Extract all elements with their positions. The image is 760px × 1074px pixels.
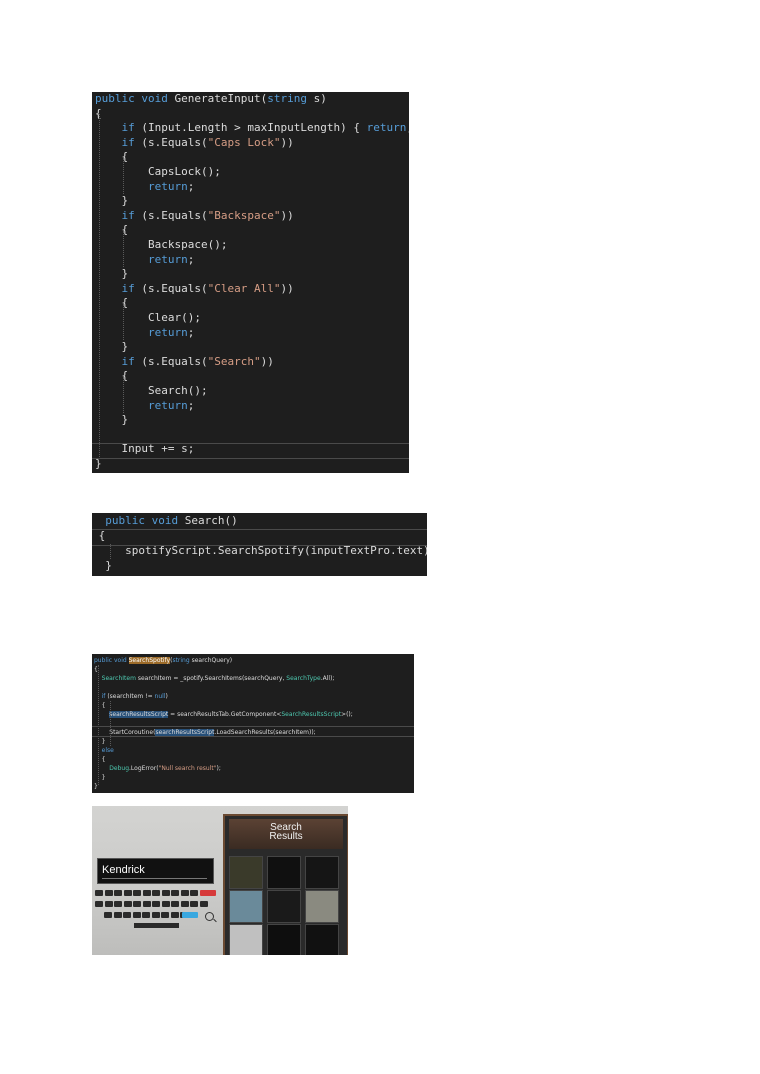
keyboard-key [113, 912, 122, 918]
code-line: } [94, 774, 106, 781]
indent-guide [110, 701, 111, 746]
vr-search-photo: Kendrick Search Results [92, 806, 348, 955]
keyboard-key [142, 901, 151, 907]
code-line: { [94, 702, 106, 709]
search-input-display: Kendrick [97, 858, 214, 884]
code-line: public void Search() [105, 514, 238, 527]
current-line-highlight [92, 529, 427, 546]
album-art-tile [229, 856, 263, 889]
keyboard-key [171, 901, 179, 907]
code-screenshot-search-spotify: public void SearchSpotify(string searchQ… [92, 654, 414, 793]
current-line-highlight [92, 726, 414, 737]
keyboard-key [142, 912, 150, 918]
keyboard-key [104, 912, 112, 918]
current-line-highlight [92, 443, 409, 459]
keyboard-key [199, 901, 208, 907]
panel-title: Search Results [269, 822, 303, 842]
keyboard-key [114, 890, 122, 896]
keyboard-key [95, 901, 103, 907]
keyboard-key [104, 901, 113, 907]
code-line: { [94, 756, 106, 763]
code-line: } [95, 457, 102, 470]
album-art-tile [267, 924, 301, 955]
code-line: } [92, 559, 112, 572]
keyboard-key [151, 912, 160, 918]
indent-guide [110, 544, 111, 559]
code-screenshot-generate-input: public void GenerateInput(string s){ if … [92, 92, 409, 473]
code-line: Clear(); [147, 311, 201, 324]
code-line: if (s.Equals("Backspace")) [121, 208, 294, 222]
album-art-tile [267, 890, 301, 923]
code-line: if (searchItem != null) [101, 693, 168, 700]
search-input-text: Kendrick [102, 864, 145, 876]
keyboard-key [161, 901, 170, 907]
keyboard-key [132, 912, 141, 918]
code-screenshot-search: public void Search() { spotifyScript.Sea… [92, 513, 427, 576]
album-art-tile [229, 924, 263, 955]
keyboard-key [133, 901, 141, 907]
code-line: searchResultsScript = searchResultsTab.G… [109, 711, 353, 718]
space-bar-key [134, 923, 179, 928]
keyboard-key [190, 890, 198, 896]
code-line: Backspace(); [147, 238, 228, 251]
code-line: return; [147, 325, 195, 339]
code-line: CapsLock(); [147, 165, 221, 178]
keyboard-key [123, 912, 131, 918]
keyboard-key [123, 890, 132, 896]
indent-guide [123, 158, 124, 194]
keyboard-key [114, 901, 122, 907]
code-line: else [101, 747, 114, 754]
code-line: Debug.LogError("Null search result"); [109, 765, 221, 772]
keyboard-key [152, 901, 160, 907]
keyboard-key [142, 890, 151, 896]
indent-guide [99, 114, 100, 459]
keyboard-key [180, 890, 189, 896]
keyboard-key [171, 890, 179, 896]
album-art-tile [267, 856, 301, 889]
keyboard-key [161, 912, 169, 918]
keyboard-key [170, 912, 179, 918]
code-line: public void GenerateInput(string s) [95, 92, 327, 105]
keyboard-key [133, 890, 141, 896]
input-underline [102, 878, 207, 879]
panel-header: Search Results [229, 819, 343, 849]
code-line: return; [147, 252, 195, 266]
code-line: if (Input.Length > maxInputLength) { ret… [121, 121, 410, 135]
indent-guide [123, 304, 124, 340]
code-line: if (s.Equals("Caps Lock")) [121, 135, 294, 149]
keyboard-key [95, 890, 103, 896]
album-art-tile [305, 890, 339, 923]
search-key [182, 912, 198, 918]
album-art-tile [305, 856, 339, 889]
code-line: public void SearchSpotify(string searchQ… [94, 657, 233, 664]
magnifier-handle [213, 918, 217, 923]
indent-guide [98, 665, 99, 785]
delete-key [200, 890, 216, 896]
code-line: Search(); [147, 384, 208, 397]
code-line: if (s.Equals("Search")) [121, 354, 274, 368]
keyboard-key [152, 890, 160, 896]
search-results-panel: Search Results [223, 814, 348, 955]
keyboard-key [123, 901, 132, 907]
keyboard-key [161, 890, 170, 896]
album-art-tile [229, 890, 263, 923]
code-line: return; [147, 398, 195, 412]
code-line: if (s.Equals("Clear All")) [121, 281, 294, 295]
keyboard-key [104, 890, 113, 896]
keyboard-key [190, 901, 198, 907]
album-art-tile [305, 924, 339, 955]
code-line: SearchItem searchItem = _spotify.SearchI… [101, 675, 335, 682]
code-line: } [94, 738, 106, 745]
indent-guide [123, 377, 124, 413]
keyboard-key [180, 901, 189, 907]
code-line: return; [147, 179, 195, 193]
indent-guide [123, 231, 124, 267]
